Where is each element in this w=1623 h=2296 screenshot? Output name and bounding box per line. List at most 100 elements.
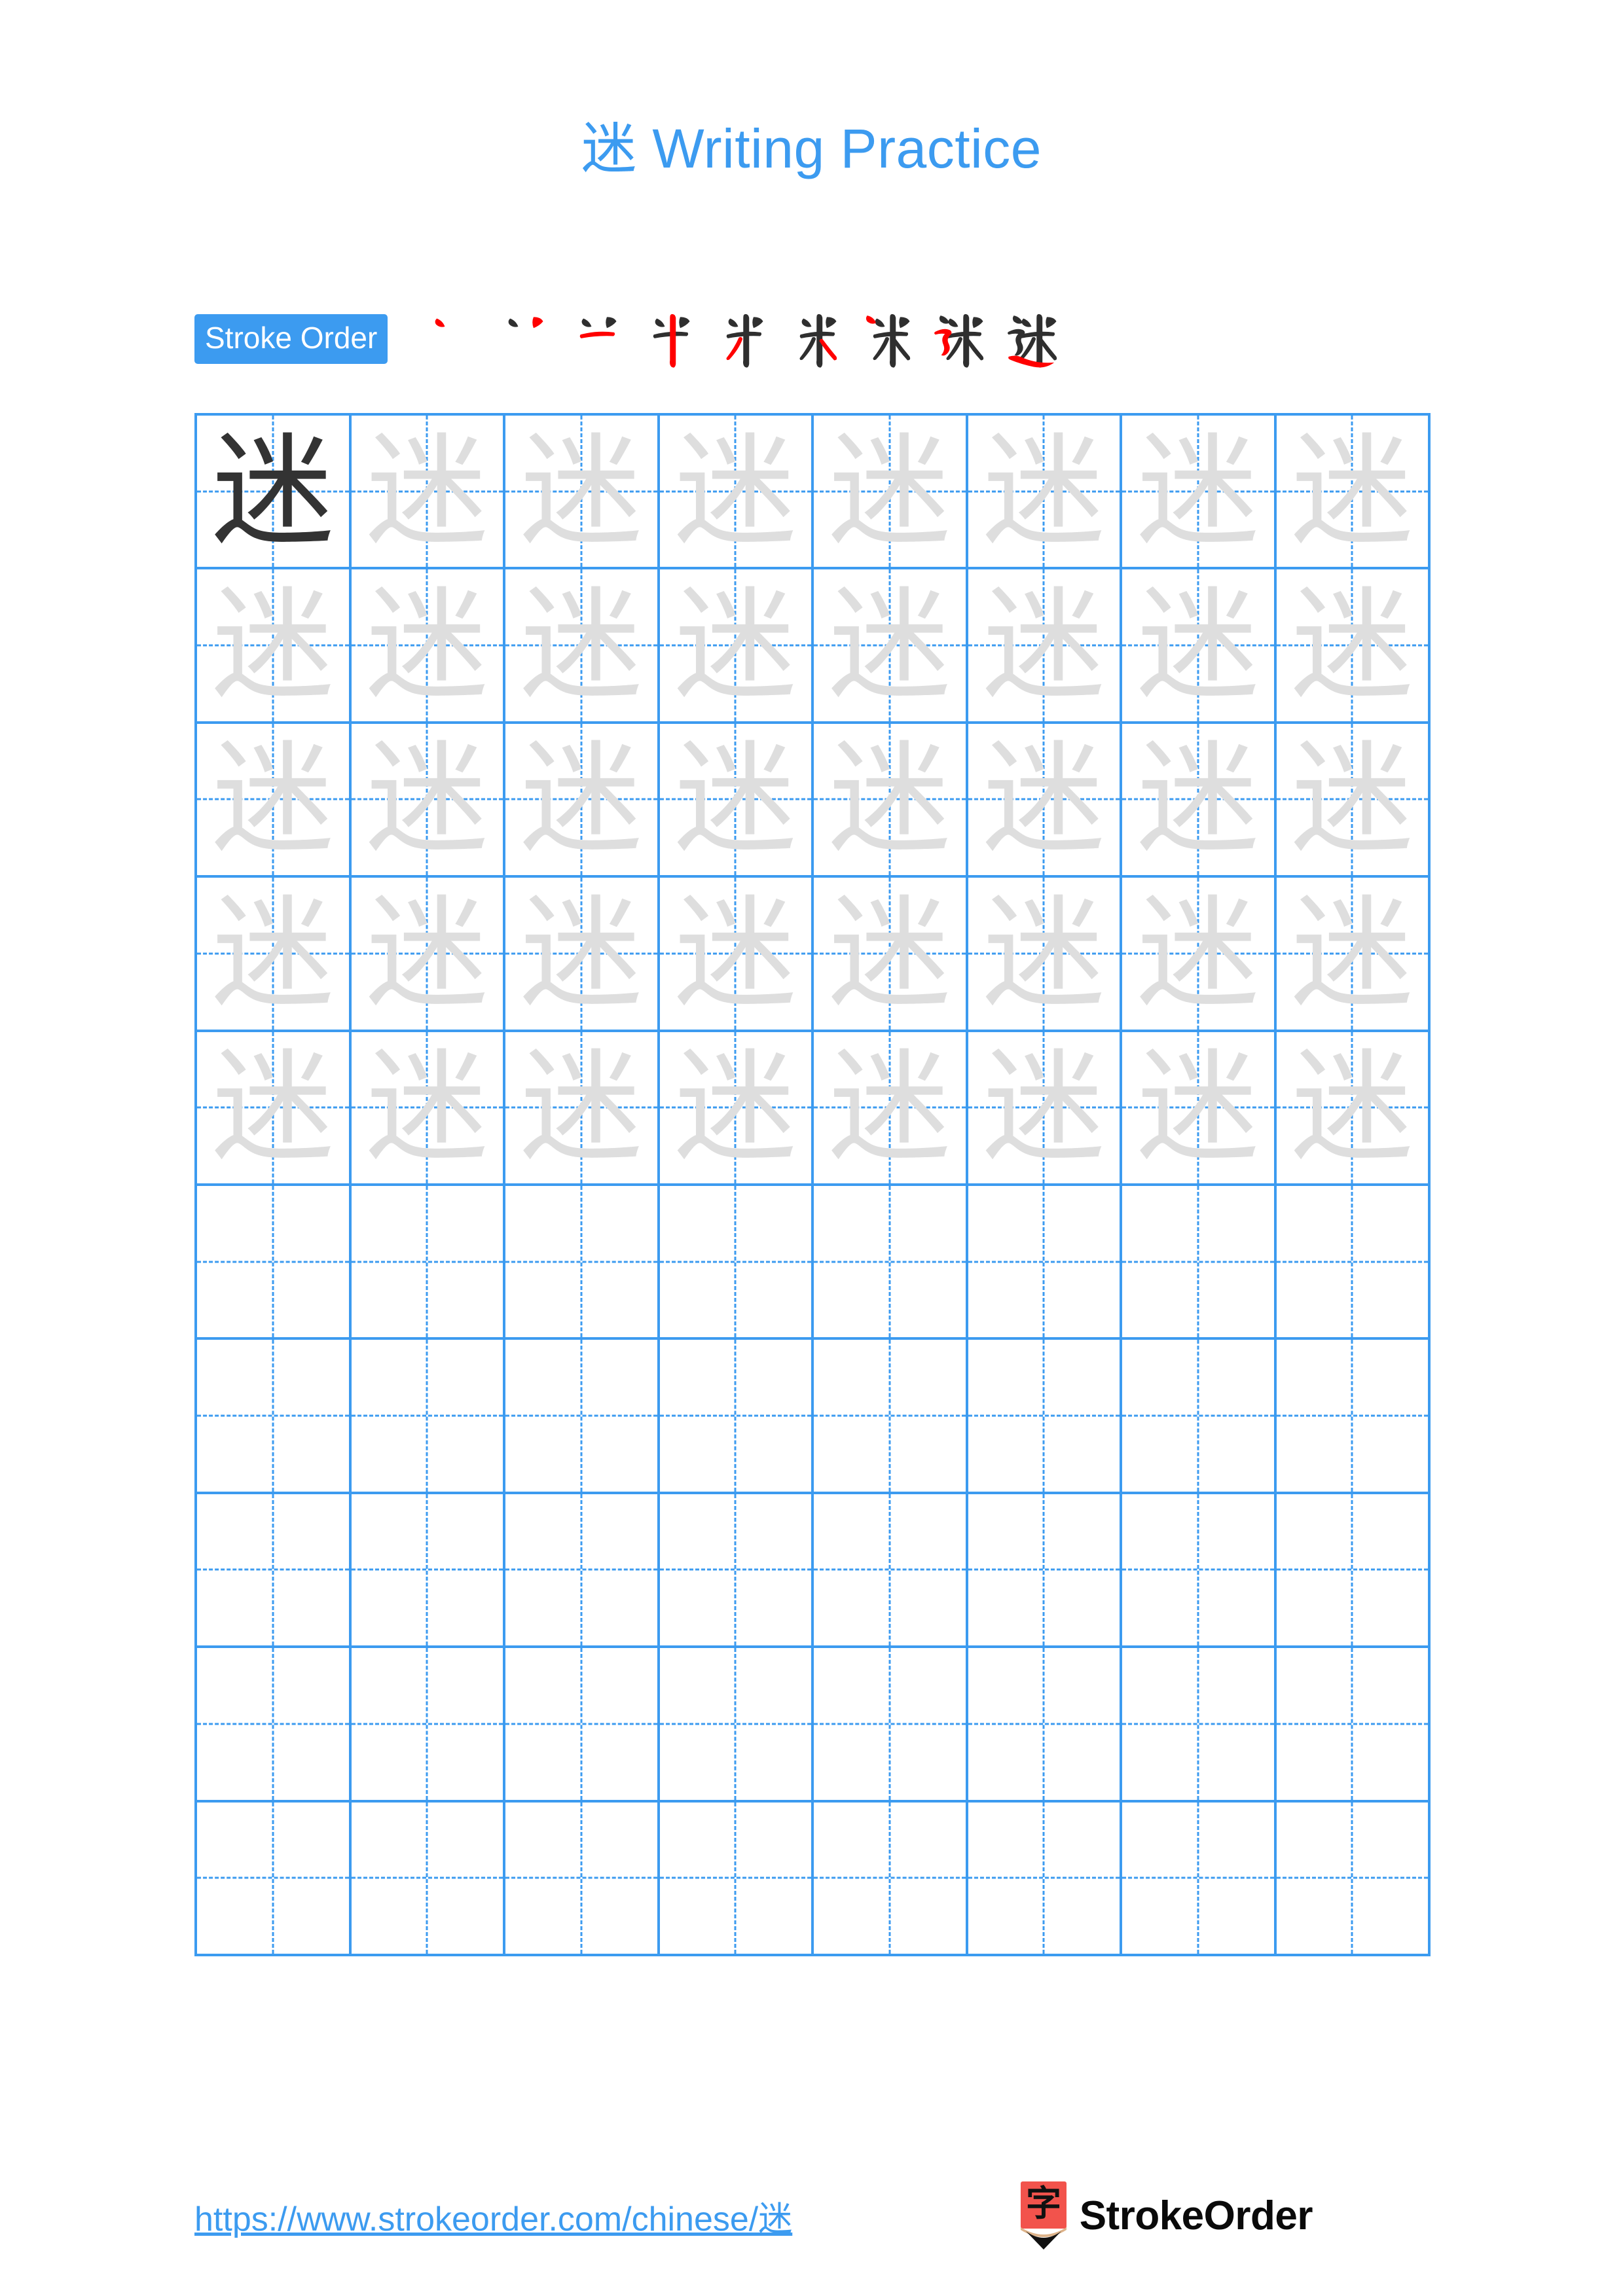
trace-character: 迷 bbox=[828, 420, 951, 562]
practice-cell-r1-c5[interactable]: 迷 bbox=[814, 416, 968, 570]
practice-cell-r4-c2[interactable]: 迷 bbox=[351, 878, 505, 1032]
practice-cell-r5-c5[interactable]: 迷 bbox=[814, 1031, 968, 1186]
trace-character: 迷 bbox=[520, 574, 642, 717]
practice-cell-r8-c5[interactable] bbox=[814, 1494, 968, 1649]
practice-cell-r6-c6[interactable] bbox=[968, 1185, 1122, 1340]
stroke-stage-8 bbox=[931, 302, 1004, 376]
trace-character: 迷 bbox=[211, 882, 334, 1024]
trace-character: 迷 bbox=[983, 1036, 1105, 1179]
practice-cell-r3-c5[interactable]: 迷 bbox=[814, 723, 968, 878]
practice-cell-r6-c1[interactable] bbox=[197, 1185, 352, 1340]
practice-cell-r7-c3[interactable] bbox=[505, 1340, 660, 1494]
stroke-stage-6 bbox=[784, 302, 858, 376]
practice-cell-r1-c2[interactable]: 迷 bbox=[351, 416, 505, 570]
practice-cell-r1-c4[interactable]: 迷 bbox=[659, 416, 814, 570]
stroke-order-stage-list bbox=[418, 302, 1431, 376]
trace-character: 迷 bbox=[674, 882, 797, 1024]
practice-cell-r5-c1[interactable]: 迷 bbox=[197, 1031, 352, 1186]
practice-cell-r6-c4[interactable] bbox=[659, 1185, 814, 1340]
practice-cell-r10-c2[interactable] bbox=[351, 1802, 505, 1956]
practice-cell-r8-c3[interactable] bbox=[505, 1494, 660, 1649]
practice-cell-r3-c3[interactable]: 迷 bbox=[505, 723, 660, 878]
practice-cell-r1-c6[interactable]: 迷 bbox=[968, 416, 1122, 570]
practice-cell-r4-c4[interactable]: 迷 bbox=[659, 878, 814, 1032]
practice-cell-r2-c8[interactable]: 迷 bbox=[1276, 569, 1431, 724]
practice-cell-r10-c6[interactable] bbox=[968, 1802, 1122, 1956]
trace-character: 迷 bbox=[1137, 1036, 1259, 1179]
trace-character: 迷 bbox=[520, 1036, 642, 1179]
practice-cell-r8-c4[interactable] bbox=[659, 1494, 814, 1649]
practice-cell-r10-c8[interactable] bbox=[1276, 1802, 1431, 1956]
practice-cell-r5-c4[interactable]: 迷 bbox=[659, 1031, 814, 1186]
practice-cell-r5-c2[interactable]: 迷 bbox=[351, 1031, 505, 1186]
practice-cell-r7-c8[interactable] bbox=[1276, 1340, 1431, 1494]
practice-grid: 迷迷迷迷迷迷迷迷迷迷迷迷迷迷迷迷迷迷迷迷迷迷迷迷迷迷迷迷迷迷迷迷迷迷迷迷迷迷迷迷 bbox=[194, 413, 1431, 1956]
stroke-stage-7 bbox=[858, 302, 931, 376]
practice-cell-r3-c1[interactable]: 迷 bbox=[197, 723, 352, 878]
practice-cell-r3-c6[interactable]: 迷 bbox=[968, 723, 1122, 878]
practice-cell-r5-c8[interactable]: 迷 bbox=[1276, 1031, 1431, 1186]
trace-character: 迷 bbox=[366, 728, 488, 870]
practice-cell-r10-c7[interactable] bbox=[1122, 1802, 1277, 1956]
practice-cell-r3-c7[interactable]: 迷 bbox=[1122, 723, 1277, 878]
practice-cell-r9-c2[interactable] bbox=[351, 1648, 505, 1803]
practice-cell-r2-c1[interactable]: 迷 bbox=[197, 569, 352, 724]
practice-cell-r9-c5[interactable] bbox=[814, 1648, 968, 1803]
practice-cell-r8-c2[interactable] bbox=[351, 1494, 505, 1649]
practice-cell-r6-c8[interactable] bbox=[1276, 1185, 1431, 1340]
practice-cell-r3-c4[interactable]: 迷 bbox=[659, 723, 814, 878]
trace-character: 迷 bbox=[1291, 1036, 1413, 1179]
practice-cell-r4-c8[interactable]: 迷 bbox=[1276, 878, 1431, 1032]
practice-cell-r2-c2[interactable]: 迷 bbox=[351, 569, 505, 724]
practice-cell-r8-c8[interactable] bbox=[1276, 1494, 1431, 1649]
practice-cell-r7-c1[interactable] bbox=[197, 1340, 352, 1494]
practice-cell-r4-c7[interactable]: 迷 bbox=[1122, 878, 1277, 1032]
practice-cell-r1-c8[interactable]: 迷 bbox=[1276, 416, 1431, 570]
practice-cell-r10-c5[interactable] bbox=[814, 1802, 968, 1956]
practice-cell-r4-c1[interactable]: 迷 bbox=[197, 878, 352, 1032]
practice-cell-r9-c6[interactable] bbox=[968, 1648, 1122, 1803]
practice-cell-r10-c3[interactable] bbox=[505, 1802, 660, 1956]
practice-cell-r2-c4[interactable]: 迷 bbox=[659, 569, 814, 724]
brand-logo[interactable]: 字 StrokeOrder bbox=[1019, 2181, 1313, 2250]
practice-cell-r9-c4[interactable] bbox=[659, 1648, 814, 1803]
practice-cell-r8-c7[interactable] bbox=[1122, 1494, 1277, 1649]
model-character: 迷 bbox=[211, 420, 334, 562]
practice-cell-r10-c4[interactable] bbox=[659, 1802, 814, 1956]
practice-cell-r2-c3[interactable]: 迷 bbox=[505, 569, 660, 724]
practice-cell-r2-c6[interactable]: 迷 bbox=[968, 569, 1122, 724]
stroke-stage-1 bbox=[418, 302, 491, 376]
practice-cell-r2-c7[interactable]: 迷 bbox=[1122, 569, 1277, 724]
practice-cell-r8-c1[interactable] bbox=[197, 1494, 352, 1649]
practice-cell-r6-c2[interactable] bbox=[351, 1185, 505, 1340]
practice-cell-r10-c1[interactable] bbox=[197, 1802, 352, 1956]
practice-cell-r3-c8[interactable]: 迷 bbox=[1276, 723, 1431, 878]
practice-cell-r9-c3[interactable] bbox=[505, 1648, 660, 1803]
practice-cell-r1-c7[interactable]: 迷 bbox=[1122, 416, 1277, 570]
practice-cell-r4-c5[interactable]: 迷 bbox=[814, 878, 968, 1032]
trace-character: 迷 bbox=[828, 574, 951, 717]
practice-cell-r2-c5[interactable]: 迷 bbox=[814, 569, 968, 724]
practice-cell-r9-c8[interactable] bbox=[1276, 1648, 1431, 1803]
practice-cell-r5-c7[interactable]: 迷 bbox=[1122, 1031, 1277, 1186]
footer-url-link[interactable]: https://www.strokeorder.com/chinese/迷 bbox=[194, 2191, 792, 2240]
practice-cell-r4-c6[interactable]: 迷 bbox=[968, 878, 1122, 1032]
practice-cell-r7-c7[interactable] bbox=[1122, 1340, 1277, 1494]
practice-cell-r7-c5[interactable] bbox=[814, 1340, 968, 1494]
stroke-stage-3 bbox=[564, 302, 638, 376]
practice-cell-r5-c3[interactable]: 迷 bbox=[505, 1031, 660, 1186]
practice-cell-r9-c7[interactable] bbox=[1122, 1648, 1277, 1803]
practice-cell-r6-c7[interactable] bbox=[1122, 1185, 1277, 1340]
practice-cell-r8-c6[interactable] bbox=[968, 1494, 1122, 1649]
practice-cell-r4-c3[interactable]: 迷 bbox=[505, 878, 660, 1032]
practice-cell-r6-c3[interactable] bbox=[505, 1185, 660, 1340]
practice-cell-r3-c2[interactable]: 迷 bbox=[351, 723, 505, 878]
practice-cell-r9-c1[interactable] bbox=[197, 1648, 352, 1803]
practice-cell-r1-c1[interactable]: 迷 bbox=[197, 416, 352, 570]
practice-cell-r1-c3[interactable]: 迷 bbox=[505, 416, 660, 570]
practice-cell-r5-c6[interactable]: 迷 bbox=[968, 1031, 1122, 1186]
practice-cell-r7-c6[interactable] bbox=[968, 1340, 1122, 1494]
practice-cell-r7-c4[interactable] bbox=[659, 1340, 814, 1494]
practice-cell-r6-c5[interactable] bbox=[814, 1185, 968, 1340]
practice-cell-r7-c2[interactable] bbox=[351, 1340, 505, 1494]
